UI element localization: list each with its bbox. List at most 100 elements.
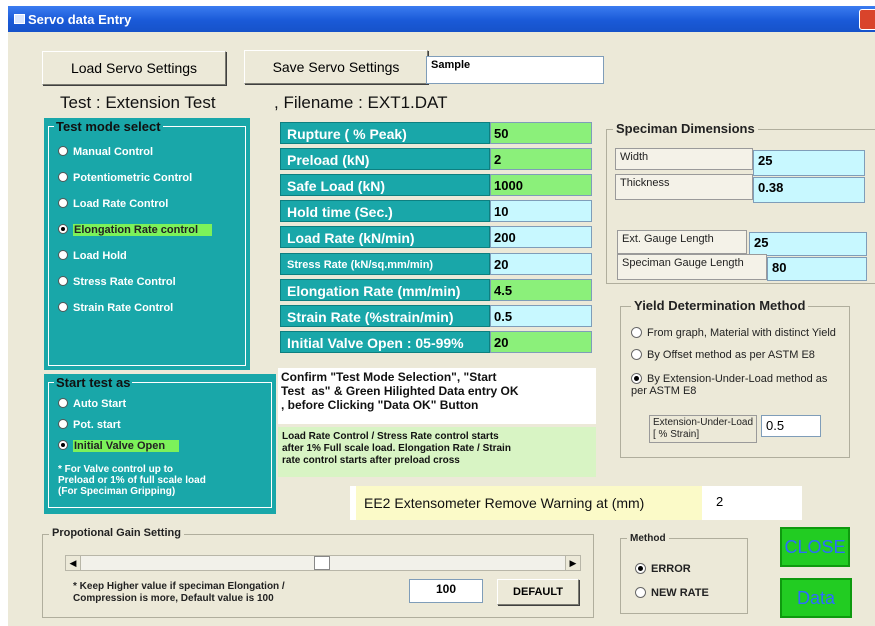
param-label: Preload (kN) [280, 148, 490, 170]
test-mode-option-label: Elongation Rate control [73, 224, 213, 236]
method-option[interactable]: NEW RATE [635, 586, 709, 599]
test-mode-option[interactable]: Manual Control [58, 146, 153, 158]
save-servo-settings-button[interactable]: Save Servo Settings [244, 50, 428, 84]
extensometer-warning-input[interactable]: 2 [716, 494, 723, 509]
start-option-label: Initial Valve Open [73, 440, 180, 452]
extension-under-load-input[interactable]: 0.5 [761, 415, 821, 437]
start-test-title: Start test as [54, 375, 133, 390]
title-bar[interactable]: Servo data Entry [8, 6, 875, 32]
speciman-gauge-length-label: Speciman Gauge Length [617, 254, 767, 280]
test-mode-option[interactable]: Strain Rate Control [58, 302, 173, 314]
yield-method-option-label: By Offset method as per ASTM E8 [647, 349, 815, 361]
start-option-label: Pot. start [73, 419, 121, 431]
param-label: Stress Rate (kN/sq.mm/min) [280, 253, 490, 275]
param-value-input[interactable]: 20 [490, 331, 592, 353]
param-value-input[interactable]: 4.5 [490, 279, 592, 301]
data-ok-button[interactable]: Data OK [780, 578, 852, 626]
ext-gauge-length-input[interactable]: 25 [749, 232, 867, 256]
param-value-input[interactable]: 10 [490, 200, 592, 222]
radio-icon[interactable] [58, 276, 68, 287]
yield-method-title: Yield Determination Method [631, 298, 809, 313]
extension-under-load-label: Extension-Under-Load [ % Strain] [649, 415, 758, 443]
start-option[interactable]: Pot. start [58, 419, 121, 431]
radio-icon[interactable] [58, 250, 68, 261]
param-value-input[interactable]: 20 [490, 253, 592, 275]
method-option-label: ERROR [651, 563, 691, 575]
test-mode-option[interactable]: Potentiometric Control [58, 172, 192, 184]
scroll-right-arrow-icon[interactable]: ▶ [565, 556, 580, 570]
test-mode-option-label: Strain Rate Control [73, 302, 174, 314]
close-button[interactable]: CLOSE [780, 527, 850, 567]
param-label: Strain Rate (%strain/min) [280, 305, 490, 327]
ext-gauge-length-label: Ext. Gauge Length [617, 230, 747, 254]
param-value-input[interactable]: 50 [490, 122, 592, 144]
start-note: * For Valve control up to Preload or 1% … [58, 464, 206, 497]
method-option[interactable]: ERROR [635, 562, 691, 575]
start-option[interactable]: Auto Start [58, 398, 126, 410]
radio-icon[interactable] [58, 419, 68, 430]
proportional-gain-title: Propotional Gain Setting [49, 527, 184, 539]
param-value-input[interactable]: 2 [490, 148, 592, 170]
start-option-label: Auto Start [73, 398, 127, 410]
radio-icon[interactable] [58, 398, 68, 409]
radio-icon[interactable] [631, 372, 642, 384]
gain-scrollbar[interactable]: ◀ ▶ [65, 555, 581, 571]
default-button[interactable]: DEFAULT [497, 579, 579, 605]
specimen-dimensions-group: Speciman Dimensions Width 25 Thickness 0… [606, 121, 875, 284]
test-mode-panel: Test mode select Manual Control Potentiom… [44, 118, 250, 370]
param-value-input[interactable]: 0.5 [490, 305, 592, 327]
test-mode-option-label: Manual Control [73, 146, 154, 158]
proportional-gain-group: Propotional Gain Setting ◀ ▶ * Keep High… [42, 527, 594, 618]
param-value-input[interactable]: 200 [490, 226, 592, 248]
method-title: Method [627, 533, 669, 544]
extensometer-warning-label: EE2 Extensometer Remove Warning at (mm) [356, 486, 702, 520]
test-mode-option[interactable]: Elongation Rate control [58, 224, 213, 236]
yield-method-option[interactable]: From graph, Material with distinct Yield [631, 326, 841, 339]
radio-icon[interactable] [58, 172, 68, 183]
method-group: Method ERROR NEW RATE [620, 533, 748, 614]
confirm-message: Confirm "Test Mode Selection", "Start Te… [278, 368, 596, 424]
speciman-gauge-length-input[interactable]: 80 [767, 257, 867, 281]
gain-slider-thumb[interactable] [314, 556, 330, 570]
test-mode-option-label: Potentiometric Control [73, 172, 193, 184]
specimen-dimensions-title: Speciman Dimensions [613, 121, 758, 136]
param-value-input[interactable]: 1000 [490, 174, 592, 196]
width-input[interactable]: 25 [753, 150, 865, 176]
scroll-left-arrow-icon[interactable]: ◀ [66, 556, 81, 570]
method-option-label: NEW RATE [651, 587, 709, 599]
radio-icon[interactable] [58, 198, 68, 209]
param-label: Safe Load (kN) [280, 174, 490, 196]
yield-method-option-label: By Extension-Under-Load method as per AS… [631, 373, 828, 397]
load-rate-note: Load Rate Control / Stress Rate control … [278, 427, 596, 477]
radio-icon[interactable] [58, 302, 68, 313]
radio-icon[interactable] [631, 348, 642, 360]
yield-method-group: Yield Determination Method From graph, M… [620, 298, 850, 458]
thickness-label: Thickness [615, 174, 753, 200]
start-option[interactable]: Initial Valve Open [58, 440, 180, 452]
thickness-input[interactable]: 0.38 [753, 177, 865, 203]
radio-icon[interactable] [635, 562, 646, 574]
radio-icon[interactable] [635, 586, 646, 598]
test-mode-option[interactable]: Load Hold [58, 250, 127, 262]
test-mode-option-label: Load Rate Control [73, 198, 169, 210]
window-title: Servo data Entry [28, 12, 132, 27]
test-mode-title: Test mode select [54, 119, 163, 134]
yield-method-option[interactable]: By Extension-Under-Load method as per AS… [631, 372, 841, 397]
test-mode-option-label: Stress Rate Control [73, 276, 176, 288]
window-close-button[interactable] [859, 9, 875, 30]
start-test-panel: Start test as Auto Start Pot. start Initia… [44, 374, 276, 514]
width-label: Width [615, 148, 753, 170]
radio-icon[interactable] [631, 326, 642, 338]
radio-icon[interactable] [58, 146, 68, 157]
gain-value-input[interactable]: 100 [409, 579, 483, 603]
radio-icon[interactable] [58, 440, 68, 451]
test-mode-option[interactable]: Load Rate Control [58, 198, 168, 210]
radio-icon[interactable] [58, 224, 68, 235]
app-icon [14, 14, 25, 24]
filename-label: , Filename : EXT1.DAT [274, 93, 448, 112]
test-mode-option-label: Load Hold [73, 250, 127, 262]
load-servo-settings-button[interactable]: Load Servo Settings [42, 51, 226, 85]
yield-method-option[interactable]: By Offset method as per ASTM E8 [631, 348, 841, 361]
test-mode-option[interactable]: Stress Rate Control [58, 276, 176, 288]
settings-name-input[interactable]: Sample [426, 56, 604, 84]
